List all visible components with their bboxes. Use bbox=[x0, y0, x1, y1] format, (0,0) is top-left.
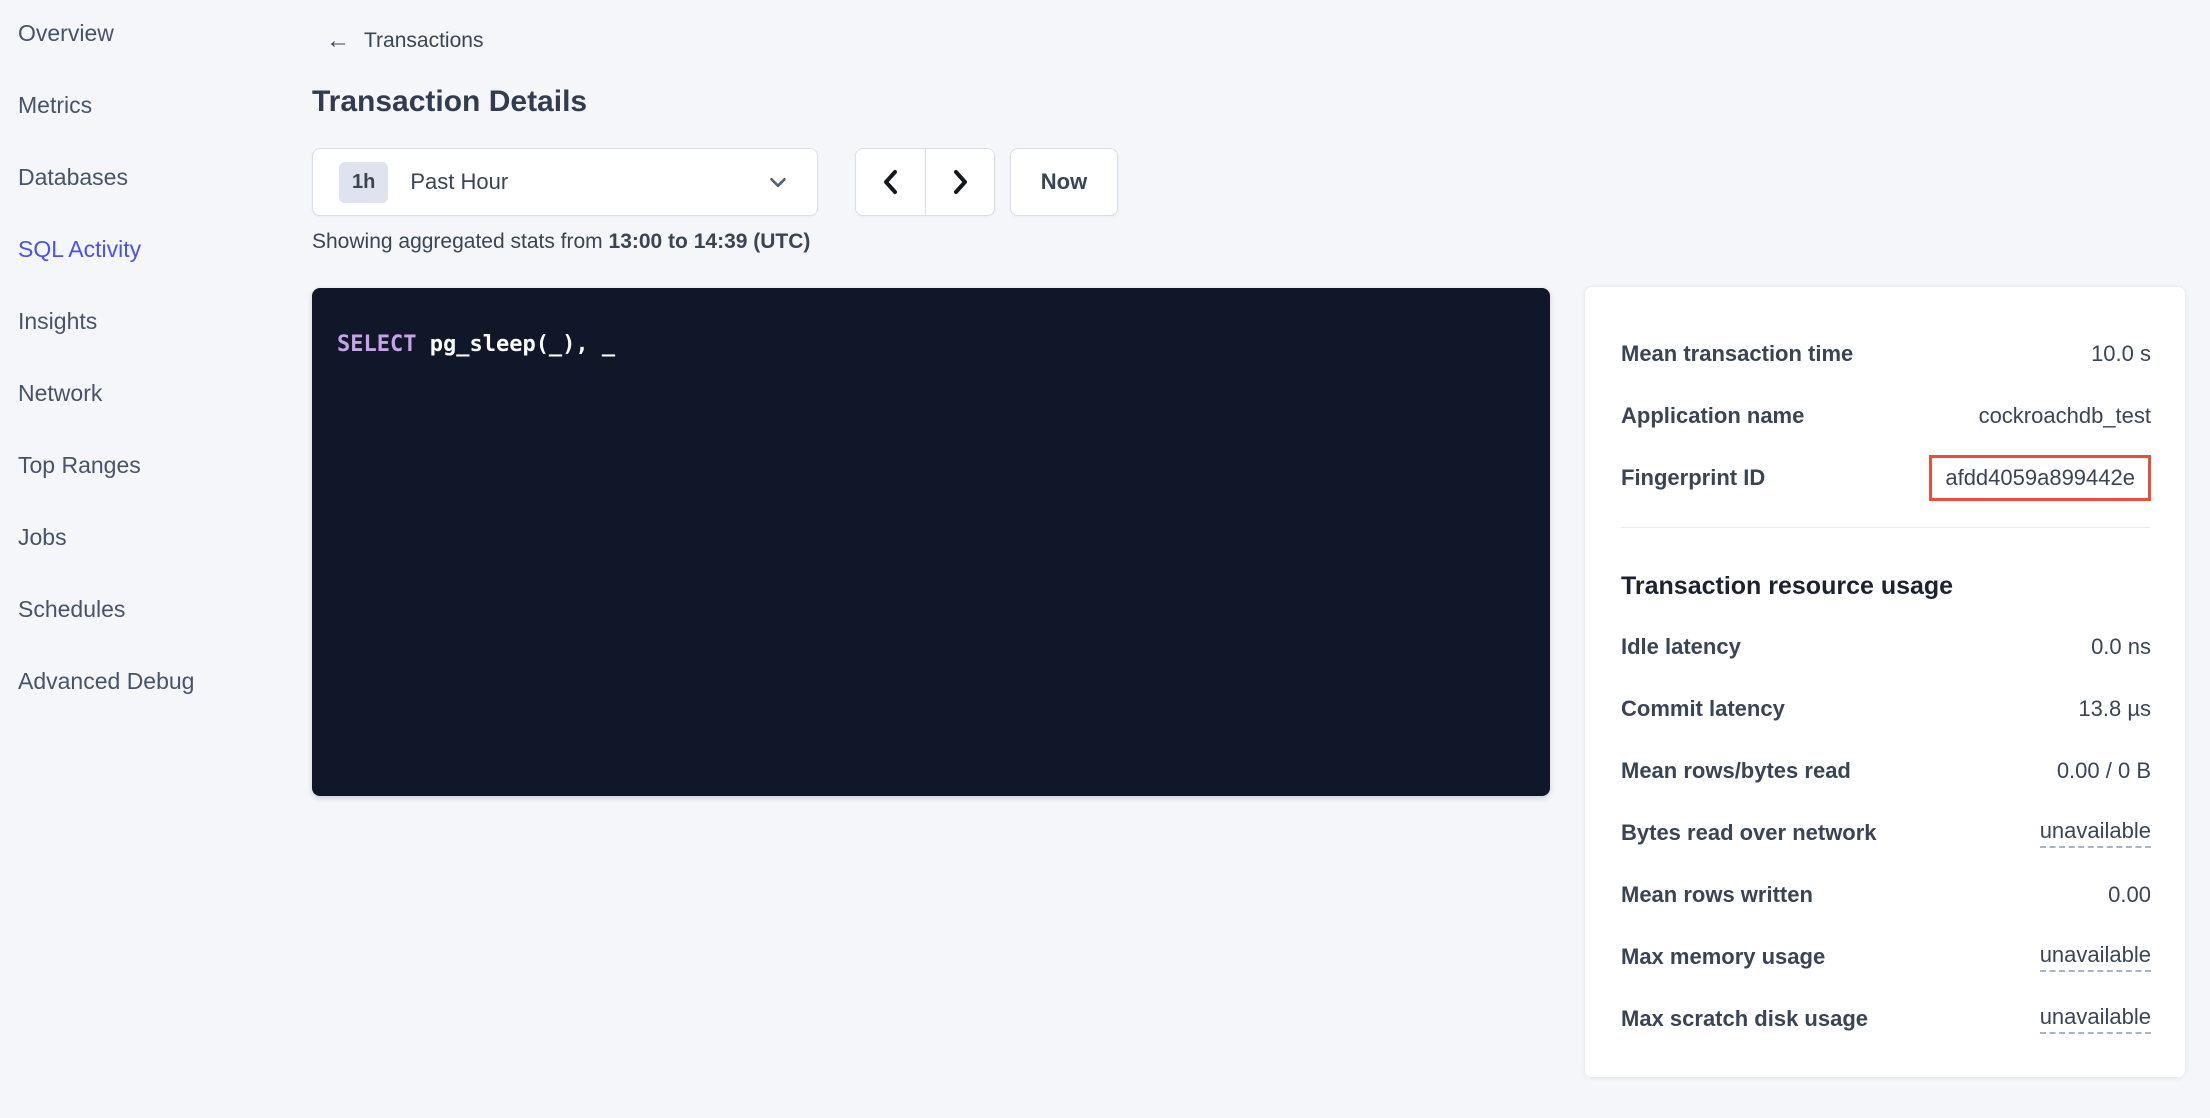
sidebar-item-insights[interactable]: Insights bbox=[18, 285, 298, 357]
sidebar-item-top-ranges[interactable]: Top Ranges bbox=[18, 429, 298, 501]
sql-statement: SELECT pg_sleep(_), _ bbox=[337, 332, 1520, 357]
detail-label: Mean transaction time bbox=[1621, 341, 1853, 367]
sidebar-nav: Overview Metrics Databases SQL Activity … bbox=[18, 0, 298, 717]
detail-value: 0.00 bbox=[2108, 882, 2151, 908]
sidebar-item-metrics[interactable]: Metrics bbox=[18, 69, 298, 141]
detail-value: 0.0 ns bbox=[2091, 634, 2151, 660]
previous-time-button[interactable] bbox=[856, 149, 925, 215]
sidebar-item-overview[interactable]: Overview bbox=[18, 0, 298, 69]
time-range-selected-label: Past Hour bbox=[410, 169, 508, 195]
detail-row-max-memory-usage: Max memory usage unavailable bbox=[1621, 926, 2151, 988]
now-button[interactable]: Now bbox=[1010, 148, 1118, 216]
detail-value-unavailable[interactable]: unavailable bbox=[2040, 1004, 2151, 1034]
sidebar-item-sql-activity[interactable]: SQL Activity bbox=[18, 213, 298, 285]
detail-label: Idle latency bbox=[1621, 634, 1741, 660]
detail-value: 10.0 s bbox=[2091, 341, 2151, 367]
sidebar-item-advanced-debug[interactable]: Advanced Debug bbox=[18, 645, 298, 717]
detail-row-commit-latency: Commit latency 13.8 µs bbox=[1621, 678, 2151, 740]
detail-row-application-name: Application name cockroachdb_test bbox=[1621, 385, 2151, 447]
page-title: Transaction Details bbox=[312, 85, 587, 119]
sidebar-item-network[interactable]: Network bbox=[18, 357, 298, 429]
detail-label: Fingerprint ID bbox=[1621, 465, 1765, 491]
time-nav-group bbox=[855, 148, 995, 216]
stats-prefix: Showing aggregated stats from bbox=[312, 230, 609, 253]
breadcrumb[interactable]: ← Transactions bbox=[326, 26, 483, 56]
detail-value-unavailable[interactable]: unavailable bbox=[2040, 942, 2151, 972]
time-picker-controls: 1h Past Hour Now bbox=[312, 148, 1118, 216]
sidebar-item-jobs[interactable]: Jobs bbox=[18, 501, 298, 573]
sql-body: pg_sleep(_), _ bbox=[416, 332, 615, 357]
detail-row-fingerprint-id: Fingerprint ID afdd4059a899442e bbox=[1621, 447, 2151, 509]
detail-row-idle-latency: Idle latency 0.0 ns bbox=[1621, 616, 2151, 678]
detail-label: Mean rows written bbox=[1621, 882, 1813, 908]
aggregated-stats-line: Showing aggregated stats from 13:00 to 1… bbox=[312, 230, 810, 254]
transaction-details-card: Mean transaction time 10.0 s Application… bbox=[1584, 286, 2186, 1078]
interval-badge: 1h bbox=[339, 162, 388, 203]
detail-value: 0.00 / 0 B bbox=[2057, 758, 2151, 784]
sql-statement-box: SELECT pg_sleep(_), _ bbox=[312, 288, 1550, 796]
app-window: Overview Metrics Databases SQL Activity … bbox=[0, 0, 2210, 1118]
detail-value: cockroachdb_test bbox=[1979, 403, 2151, 429]
sql-keyword: SELECT bbox=[337, 332, 416, 357]
detail-label: Commit latency bbox=[1621, 696, 1785, 722]
resource-usage-heading: Transaction resource usage bbox=[1621, 556, 2151, 616]
detail-row-max-scratch-disk-usage: Max scratch disk usage unavailable bbox=[1621, 988, 2151, 1050]
stats-time-range: 13:00 to 14:39 (UTC) bbox=[609, 230, 811, 253]
detail-label: Application name bbox=[1621, 403, 1804, 429]
time-range-dropdown[interactable]: 1h Past Hour bbox=[312, 148, 818, 216]
next-time-button[interactable] bbox=[925, 149, 994, 215]
detail-row-bytes-read-over-network: Bytes read over network unavailable bbox=[1621, 802, 2151, 864]
detail-label: Bytes read over network bbox=[1621, 820, 1877, 846]
detail-row-mean-rows-bytes-read: Mean rows/bytes read 0.00 / 0 B bbox=[1621, 740, 2151, 802]
detail-label: Max scratch disk usage bbox=[1621, 1006, 1868, 1032]
breadcrumb-label[interactable]: Transactions bbox=[364, 29, 483, 53]
sidebar-item-databases[interactable]: Databases bbox=[18, 141, 298, 213]
back-arrow-icon[interactable]: ← bbox=[326, 29, 350, 53]
detail-value: 13.8 µs bbox=[2078, 696, 2151, 722]
detail-row-mean-rows-written: Mean rows written 0.00 bbox=[1621, 864, 2151, 926]
detail-row-mean-transaction-time: Mean transaction time 10.0 s bbox=[1621, 323, 2151, 385]
detail-value-unavailable[interactable]: unavailable bbox=[2040, 818, 2151, 848]
chevron-down-icon bbox=[765, 169, 791, 195]
detail-label: Max memory usage bbox=[1621, 944, 1825, 970]
fingerprint-id-highlight: afdd4059a899442e bbox=[1929, 455, 2151, 501]
card-divider bbox=[1621, 527, 2151, 528]
detail-label: Mean rows/bytes read bbox=[1621, 758, 1851, 784]
sidebar-item-schedules[interactable]: Schedules bbox=[18, 573, 298, 645]
